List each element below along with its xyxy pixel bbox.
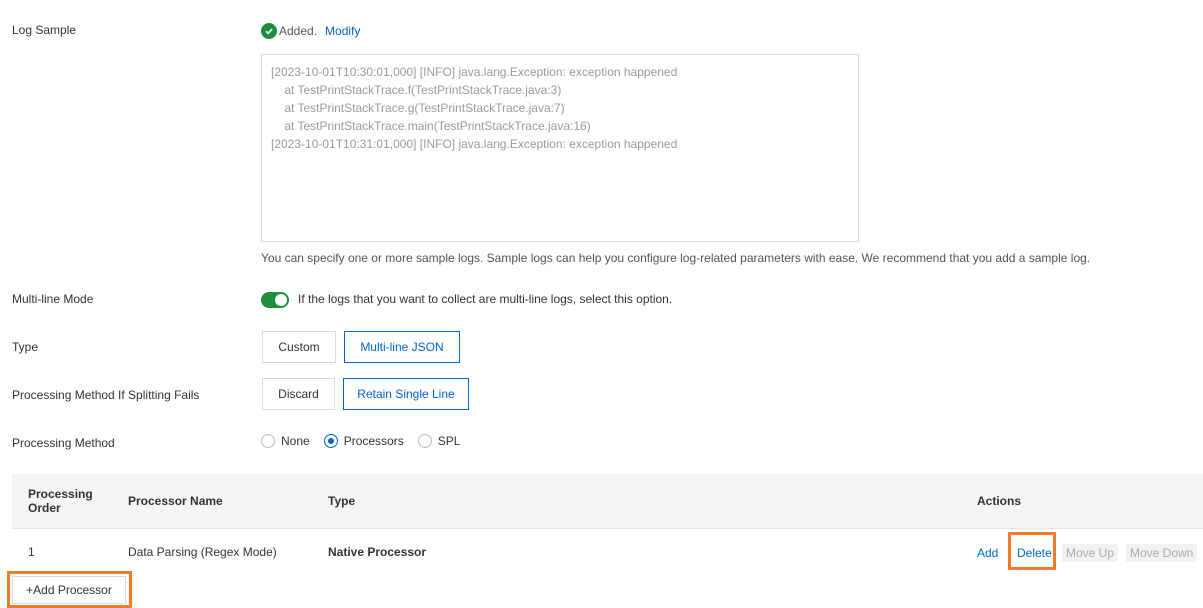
type-label: Type <box>12 340 39 354</box>
delete-highlight-box <box>1008 532 1056 570</box>
radio-label: None <box>281 434 310 448</box>
radio-none[interactable]: None <box>261 434 310 448</box>
add-action-link[interactable]: Add <box>973 544 1002 562</box>
log-sample-hint: You can specify one or more sample logs.… <box>261 251 1091 265</box>
header-line: Order <box>28 501 61 515</box>
type-multiline-json-button[interactable]: Multi-line JSON <box>344 331 460 363</box>
discard-button[interactable]: Discard <box>262 378 335 410</box>
processing-method-label: Processing Method <box>12 436 115 450</box>
add-processor-highlight-box <box>7 571 132 608</box>
radio-spl[interactable]: SPL <box>417 434 461 448</box>
sample-line: [2023-10-01T10:31:01,000] [INFO] java.la… <box>271 137 678 151</box>
radio-label: SPL <box>437 434 461 448</box>
modify-link[interactable]: Modify <box>325 24 360 38</box>
header-actions: Actions <box>977 494 1022 508</box>
processing-method-radios: None Processors SPL <box>261 434 474 448</box>
radio-dot <box>417 434 432 448</box>
processor-name-link[interactable]: Data Parsing (Regex Mode) <box>128 545 277 559</box>
sample-line: [2023-10-01T10:30:01,000] [INFO] java.la… <box>271 65 678 79</box>
sample-line: at TestPrintStackTrace.f(TestPrintStackT… <box>271 83 562 97</box>
multiline-toggle[interactable] <box>261 292 289 308</box>
header-type: Type <box>328 494 356 508</box>
type-custom-button[interactable]: Custom <box>262 331 336 363</box>
log-sample-textarea[interactable]: [2023-10-01T10:30:01,000] [INFO] java.la… <box>261 54 859 242</box>
header-processor-name: Processor Name <box>128 494 223 508</box>
radio-dot <box>261 434 275 448</box>
radio-processors[interactable]: Processors <box>323 434 404 448</box>
split-fail-label: Processing Method If Splitting Fails <box>12 388 200 402</box>
sample-status: Added. Modify <box>261 23 360 39</box>
radio-label: Processors <box>343 434 404 448</box>
multiline-label: Multi-line Mode <box>12 292 94 306</box>
check-circle-icon <box>261 23 277 39</box>
move-down-action[interactable]: Move Down <box>1126 544 1198 562</box>
sample-status-text: Added. <box>279 24 318 38</box>
row-order: 1 <box>28 545 35 559</box>
row-type: Native Processor <box>328 545 427 559</box>
move-up-action[interactable]: Move Up <box>1062 544 1119 562</box>
header-processing-order: Processing Order <box>28 487 93 515</box>
sample-line: at TestPrintStackTrace.g(TestPrintStackT… <box>271 101 565 115</box>
retain-single-line-button[interactable]: Retain Single Line <box>343 378 469 410</box>
log-sample-label: Log Sample <box>12 23 77 37</box>
sample-line: at TestPrintStackTrace.main(TestPrintSta… <box>271 119 591 133</box>
radio-dot-selected <box>323 434 338 448</box>
multiline-description: If the logs that you want to collect are… <box>298 292 673 306</box>
header-line: Processing <box>28 487 93 501</box>
